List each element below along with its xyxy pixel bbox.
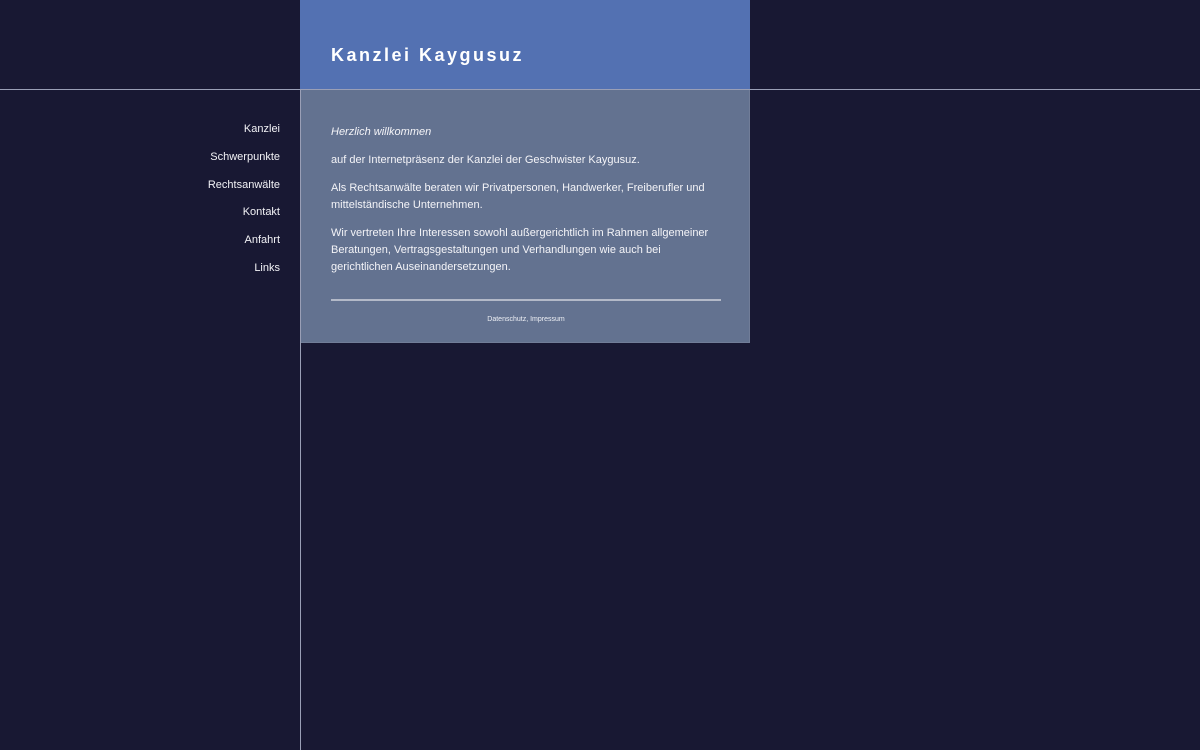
main-content: Herzlich willkommen auf der Internetpräs… (331, 124, 721, 287)
main-nav: Kanzlei Schwerpunkte Rechtsanwälte Konta… (150, 121, 280, 288)
nav-item-rechtsanwaelte[interactable]: Rechtsanwälte (150, 177, 280, 194)
datenschutz-link[interactable]: Datenschutz (487, 316, 526, 323)
services-paragraph: Wir vertreten Ihre Interessen sowohl auß… (331, 227, 709, 273)
footer-links: Datenschutz, Impressum (331, 315, 721, 325)
nav-item-anfahrt[interactable]: Anfahrt (150, 232, 280, 249)
intro-paragraph: auf der Internetpräsenz der Kanzlei der … (331, 154, 640, 166)
nav-item-kontakt[interactable]: Kontakt (150, 204, 280, 221)
nav-item-kanzlei[interactable]: Kanzlei (150, 121, 280, 138)
welcome-heading: Herzlich willkommen (331, 126, 432, 138)
content-box: Herzlich willkommen auf der Internetpräs… (301, 90, 750, 343)
content-divider (331, 299, 721, 301)
page: Kanzlei Kaygusuz Kanzlei Schwerpunkte Re… (0, 0, 1200, 750)
nav-item-links[interactable]: Links (150, 260, 280, 277)
impressum-link[interactable]: Impressum (530, 316, 565, 323)
nav-item-schwerpunkte[interactable]: Schwerpunkte (150, 149, 280, 166)
clients-paragraph: Als Rechtsanwälte beraten wir Privatpers… (331, 182, 705, 211)
site-title: Kanzlei Kaygusuz (331, 45, 525, 65)
